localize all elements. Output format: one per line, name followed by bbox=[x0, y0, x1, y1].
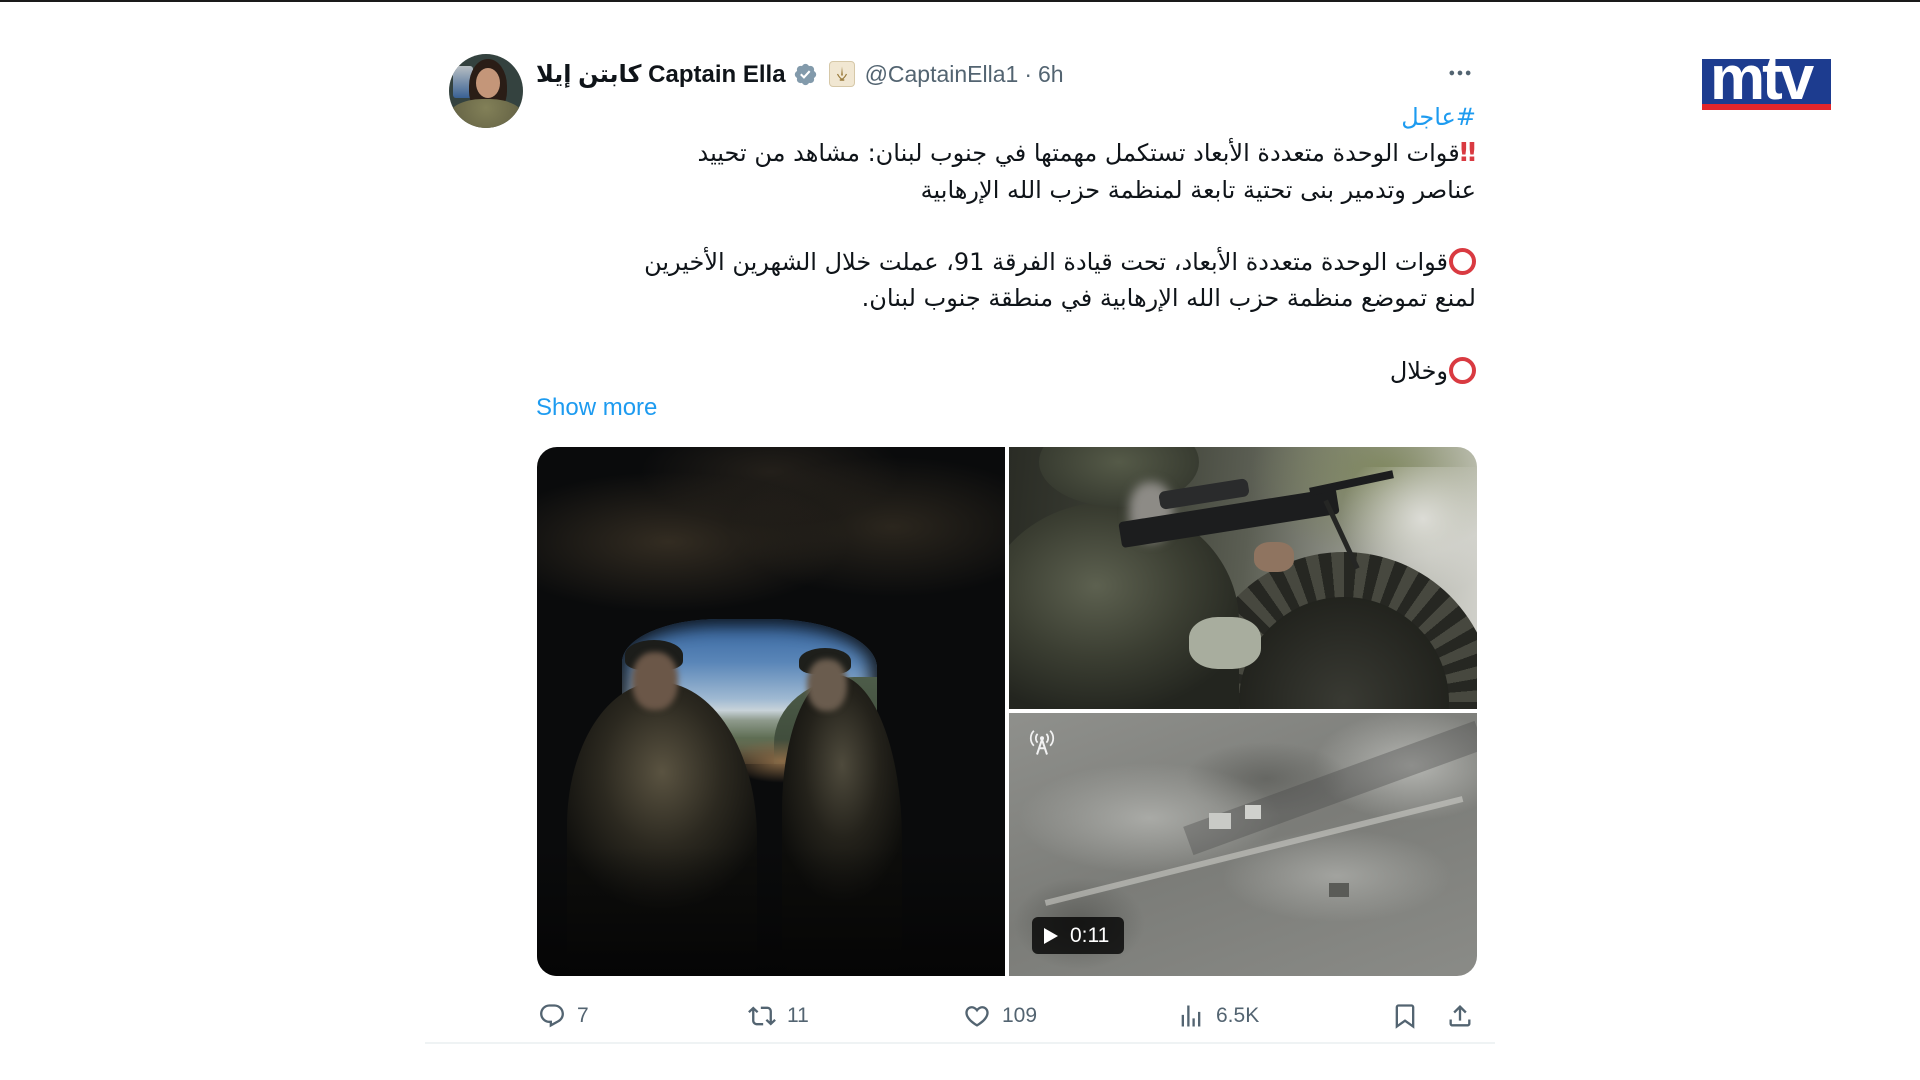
tweet-line: ‼قوات الوحدة متعددة الأبعاد تستكمل مهمته… bbox=[476, 135, 1476, 171]
tweet-line: قوات الوحدة متعددة الأبعاد، تحت قيادة ال… bbox=[476, 244, 1476, 280]
share-icon bbox=[1449, 1005, 1471, 1027]
tweet-text: #عاجل ‼قوات الوحدة متعددة الأبعاد تستكمل… bbox=[476, 99, 1476, 389]
retweet-count: 11 bbox=[787, 1004, 809, 1027]
figure-hand bbox=[1254, 542, 1294, 572]
video-duration: 0:11 bbox=[1070, 923, 1110, 947]
tweet-timestamp[interactable]: 6h bbox=[1038, 61, 1064, 88]
views-icon bbox=[1181, 1005, 1201, 1027]
affiliate-badge-icon[interactable] bbox=[828, 61, 855, 87]
floor-shadow bbox=[537, 847, 1005, 976]
tweet-line: لمنع تموضع منظمة حزب الله الإرهابية في م… bbox=[476, 280, 1476, 316]
tweet-header: كابتن إيلا Captain Ella @CaptainElla1 · … bbox=[536, 57, 1064, 91]
tweet-line: عناصر وتدمير بنى تحتية تابعة لمنظمة حزب … bbox=[476, 172, 1476, 208]
tweet-divider bbox=[425, 1042, 1495, 1044]
double-exclamation-marker: ‼ bbox=[1459, 138, 1476, 169]
reply-icon bbox=[540, 1004, 564, 1028]
tweet-line-text: قوات الوحدة متعددة الأبعاد تستكمل مهمتها… bbox=[697, 139, 1460, 168]
figure-glove bbox=[1189, 617, 1261, 669]
video-bottom-right[interactable]: 0:11 bbox=[1009, 713, 1477, 976]
photo-top-right[interactable] bbox=[1009, 447, 1477, 709]
heavy-large-circle-icon bbox=[1449, 248, 1476, 276]
affiliate-emblem-icon bbox=[836, 66, 847, 81]
like-count: 109 bbox=[1002, 1004, 1038, 1027]
views-count: 6.5K bbox=[1216, 1004, 1260, 1027]
tweet-line: #عاجل bbox=[476, 99, 1476, 135]
hashtag-link[interactable]: #عاجل bbox=[1401, 103, 1476, 131]
bookmark-icon bbox=[1395, 1004, 1415, 1029]
heavy-large-circle-icon bbox=[1449, 357, 1476, 385]
verified-badge-icon[interactable] bbox=[793, 62, 818, 87]
play-icon bbox=[1044, 927, 1058, 944]
show-more-link[interactable]: Show more bbox=[536, 393, 657, 423]
more-horizontal-icon[interactable] bbox=[1446, 59, 1474, 87]
views-button[interactable]: 6.5K bbox=[1177, 1002, 1259, 1030]
like-button[interactable]: 109 bbox=[963, 1002, 1037, 1030]
tweet-line: وخلال bbox=[476, 353, 1476, 389]
author-handle[interactable]: @CaptainElla1 bbox=[865, 61, 1019, 88]
right-figure-blurred-face bbox=[807, 659, 847, 711]
top-border bbox=[0, 0, 1920, 2]
bookmark-button[interactable] bbox=[1391, 1002, 1419, 1030]
author-display-name[interactable]: كابتن إيلا Captain Ella bbox=[536, 60, 786, 89]
reply-button[interactable]: 7 bbox=[538, 1002, 589, 1030]
header-separator: · bbox=[1024, 60, 1033, 87]
reply-count: 7 bbox=[577, 1004, 589, 1027]
avatar-face bbox=[476, 68, 500, 98]
retweet-button[interactable]: 11 bbox=[748, 1002, 809, 1030]
share-button[interactable] bbox=[1446, 1002, 1474, 1030]
photo-left[interactable] bbox=[537, 447, 1005, 976]
tweet-line-text: وخلال bbox=[1389, 357, 1448, 386]
mtv-logo: mtv bbox=[1702, 59, 1831, 110]
antenna-icon bbox=[1029, 730, 1055, 755]
like-icon bbox=[965, 1006, 989, 1027]
video-duration-badge[interactable]: 0:11 bbox=[1032, 917, 1124, 954]
tweet-line-text: لمنع تموضع منظمة حزب الله الإرهابية في م… bbox=[861, 284, 1476, 313]
tweet-line-text: قوات الوحدة متعددة الأبعاد، تحت قيادة ال… bbox=[644, 248, 1448, 277]
retweet-icon bbox=[748, 1006, 776, 1026]
logo-red-stripe bbox=[1702, 104, 1831, 110]
terrain-block bbox=[1329, 883, 1349, 897]
tweet-line-text: عناصر وتدمير بنى تحتية تابعة لمنظمة حزب … bbox=[920, 175, 1476, 204]
media-grid: 0:11 bbox=[537, 447, 1477, 976]
left-figure-blurred-face bbox=[632, 652, 678, 710]
logo-wordmark: mtv bbox=[1710, 59, 1814, 110]
terrain-block bbox=[1209, 813, 1231, 829]
terrain-block bbox=[1245, 805, 1261, 819]
